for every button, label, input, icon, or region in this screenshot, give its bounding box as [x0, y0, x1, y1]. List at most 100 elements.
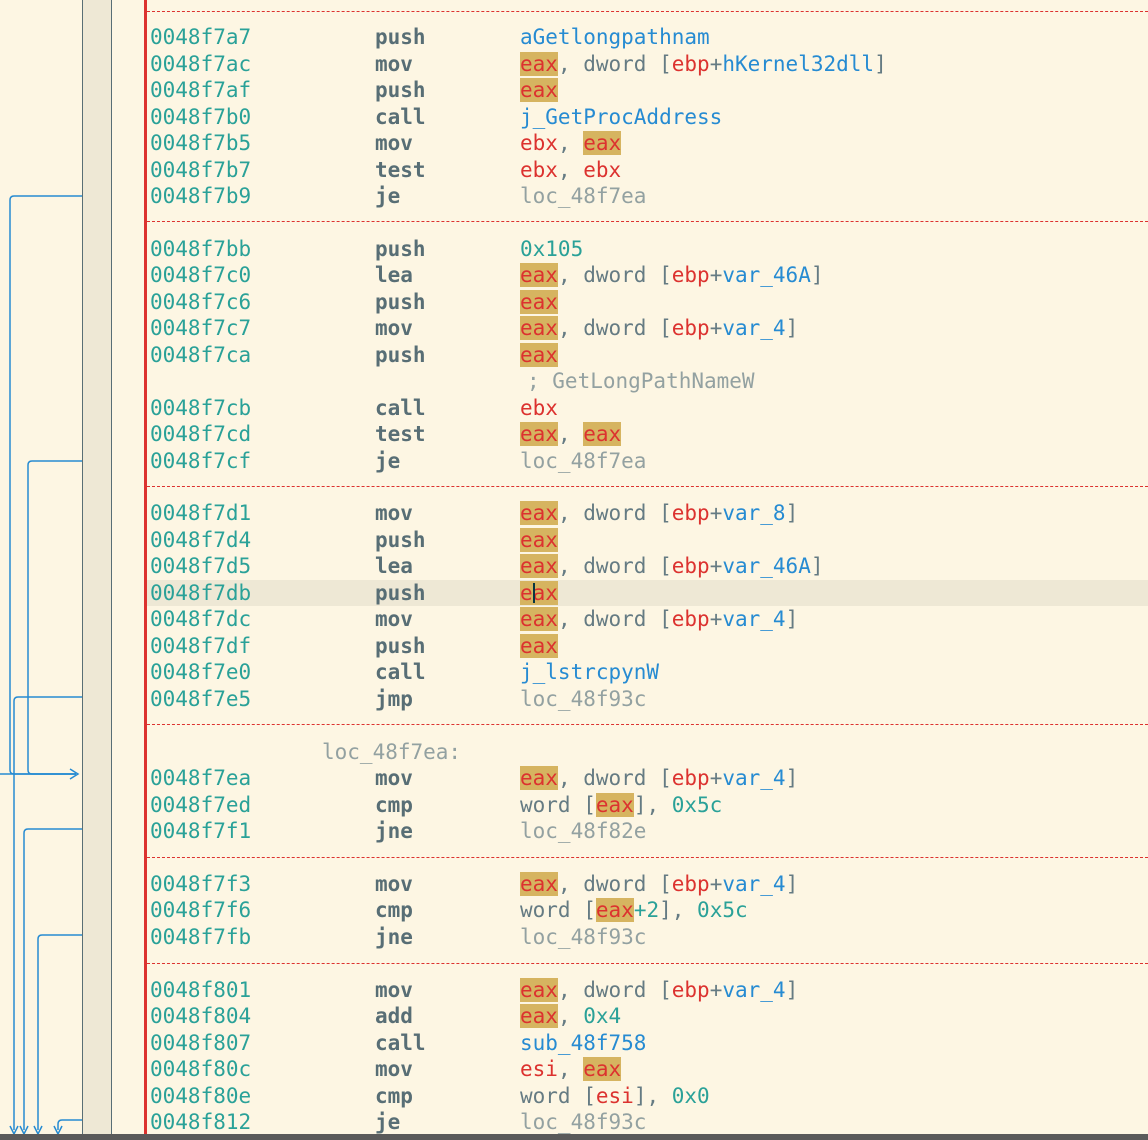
instruction-mnemonic[interactable]: cmp [375, 792, 413, 818]
instruction-address[interactable]: 0048f7bb [150, 236, 251, 262]
instruction-row[interactable]: 0048f7b0 call j_GetProcAddress [147, 104, 1148, 130]
instruction-address[interactable]: 0048f7e0 [150, 659, 251, 685]
operand-register-highlighted[interactable]: eax [583, 1057, 622, 1081]
instruction-row[interactable]: 0048f7c0 lea eax, dword [ebp+var_46A] [147, 262, 1148, 288]
instruction-row[interactable]: 0048f7bb push 0x105 [147, 236, 1148, 262]
operand-sym[interactable]: j_lstrcpynW [520, 660, 659, 684]
operand-register-highlighted[interactable]: eax [520, 422, 558, 446]
instruction-address[interactable]: 0048f7ed [150, 792, 251, 818]
instruction-mnemonic[interactable]: mov [375, 500, 413, 526]
operand-loc[interactable]: loc_48f7ea [520, 449, 646, 473]
instruction-mnemonic[interactable]: call [375, 1030, 426, 1056]
instruction-row[interactable]: 0048f7b7 test ebx, ebx [147, 157, 1148, 183]
operand-sym[interactable]: var_4 [722, 766, 785, 790]
instruction-address[interactable]: 0048f7b5 [150, 130, 251, 156]
instruction-address[interactable]: 0048f7ea [150, 765, 251, 791]
operand-reg[interactable]: esi [596, 1084, 634, 1108]
instruction-mnemonic[interactable]: add [375, 1003, 413, 1029]
instruction-mnemonic[interactable]: mov [375, 1056, 413, 1082]
instruction-operands[interactable]: loc_48f7ea [520, 448, 646, 474]
operand-reg[interactable]: ebx [520, 158, 558, 182]
instruction-operands[interactable]: eax [520, 342, 558, 368]
instruction-row[interactable]: 0048f804 add eax, 0x4 [147, 1003, 1148, 1029]
operand-reg[interactable]: ebp [672, 263, 710, 287]
instruction-mnemonic[interactable]: je [375, 1109, 400, 1135]
operand-register-highlighted[interactable]: eax [520, 766, 558, 790]
instruction-operands[interactable]: sub_48f758 [520, 1030, 646, 1056]
instruction-row[interactable]: 0048f807 call sub_48f758 [147, 1030, 1148, 1056]
instruction-mnemonic[interactable]: je [375, 183, 400, 209]
instruction-address[interactable]: 0048f7df [150, 633, 251, 659]
instruction-mnemonic[interactable]: mov [375, 871, 413, 897]
disassembly-listing[interactable]: 0048f7a7 push aGetlongpathnam 0048f7ac mov ea… [147, 0, 1148, 1134]
instruction-mnemonic[interactable]: jne [375, 924, 413, 950]
operand-register-highlighted[interactable]: eax [583, 131, 622, 155]
instruction-mnemonic[interactable]: test [375, 421, 426, 447]
instruction-address[interactable]: 0048f7d4 [150, 527, 251, 553]
instruction-row[interactable]: 0048f7b9 je loc_48f7ea [147, 183, 1148, 209]
operand-register-highlighted[interactable]: eax [520, 263, 558, 287]
instruction-operands[interactable]: ebx [520, 395, 558, 421]
instruction-row[interactable]: 0048f7a7 push aGetlongpathnam [147, 24, 1148, 50]
instruction-row[interactable]: 0048f7df push eax [147, 633, 1148, 659]
instruction-operands[interactable]: eax, dword [ebp+var_4] [520, 765, 798, 791]
instruction-mnemonic[interactable]: jmp [375, 686, 413, 712]
operand-register-highlighted[interactable]: eax [595, 793, 634, 817]
operand-register-highlighted[interactable]: eax [520, 316, 558, 340]
instruction-mnemonic[interactable]: mov [375, 765, 413, 791]
instruction-row[interactable]: 0048f7ac mov eax, dword [ebp+hKernel32dll] [147, 51, 1148, 77]
operand-reg[interactable]: esi [520, 1057, 558, 1081]
instruction-address[interactable]: 0048f7ca [150, 342, 251, 368]
instruction-row[interactable]: 0048f7d4 push eax [147, 527, 1148, 553]
instruction-address[interactable]: 0048f7dc [150, 606, 251, 632]
operand-sym[interactable]: var_4 [722, 607, 785, 631]
operand-register-highlighted[interactable]: eax [595, 898, 634, 922]
operand-sym[interactable]: var_4 [722, 316, 785, 340]
instruction-row[interactable]: 0048f7c7 mov eax, dword [ebp+var_4] [147, 315, 1148, 341]
instruction-mnemonic[interactable]: cmp [375, 1083, 413, 1109]
operand-reg[interactable]: ebp [672, 766, 710, 790]
instruction-address[interactable]: 0048f801 [150, 977, 251, 1003]
instruction-operands[interactable]: word [eax], 0x5c [520, 792, 722, 818]
instruction-row[interactable]: 0048f7af push eax [147, 77, 1148, 103]
instruction-operands[interactable]: eax, dword [ebp+var_4] [520, 871, 798, 897]
instruction-operands[interactable]: word [eax+2], 0x5c [520, 897, 748, 923]
operand-register-highlighted[interactable]: eax [520, 1004, 558, 1028]
operand-register-highlighted[interactable]: eax [520, 872, 558, 896]
instruction-address[interactable]: 0048f812 [150, 1109, 251, 1135]
instruction-operands[interactable]: loc_48f93c [520, 924, 646, 950]
instruction-operands[interactable]: eax, eax [520, 421, 622, 447]
instruction-row[interactable]: 0048f7ea mov eax, dword [ebp+var_4] [147, 765, 1148, 791]
instruction-address[interactable]: 0048f7cd [150, 421, 251, 447]
instruction-address[interactable]: 0048f7e5 [150, 686, 251, 712]
operand-reg[interactable]: ebx [520, 396, 558, 420]
instruction-operands[interactable]: eax, dword [ebp+var_46A] [520, 553, 824, 579]
instruction-mnemonic[interactable]: mov [375, 315, 413, 341]
instruction-operands[interactable]: j_GetProcAddress [520, 104, 722, 130]
instruction-operands[interactable]: eax [520, 289, 558, 315]
instruction-operands[interactable]: eax, 0x4 [520, 1003, 621, 1029]
instruction-operands[interactable]: eax, dword [ebp+var_4] [520, 315, 798, 341]
instruction-address[interactable]: 0048f7cf [150, 448, 251, 474]
instruction-row[interactable]: 0048f7d5 lea eax, dword [ebp+var_46A] [147, 553, 1148, 579]
instruction-mnemonic[interactable]: mov [375, 977, 413, 1003]
instruction-row[interactable]: 0048f7dc mov eax, dword [ebp+var_4] [147, 606, 1148, 632]
operand-sym[interactable]: var_46A [722, 554, 811, 578]
operand-register-highlighted[interactable]: eax [520, 52, 558, 76]
instruction-row[interactable]: 0048f7f1 jne loc_48f82e [147, 818, 1148, 844]
instruction-row[interactable]: 0048f7e5 jmp loc_48f93c [147, 686, 1148, 712]
instruction-address[interactable]: 0048f7b9 [150, 183, 251, 209]
instruction-address[interactable]: 0048f7fb [150, 924, 251, 950]
operand-reg[interactable]: ebx [583, 158, 621, 182]
instruction-address[interactable]: 0048f7b7 [150, 157, 251, 183]
operand-loc[interactable]: loc_48f7ea [520, 184, 646, 208]
instruction-row[interactable]: 0048f801 mov eax, dword [ebp+var_4] [147, 977, 1148, 1003]
instruction-row[interactable]: 0048f7c6 push eax [147, 289, 1148, 315]
instruction-operands[interactable]: j_lstrcpynW [520, 659, 659, 685]
instruction-address[interactable]: 0048f7f1 [150, 818, 251, 844]
operand-register-highlighted[interactable]: eax [583, 422, 622, 446]
instruction-mnemonic[interactable]: push [375, 633, 426, 659]
instruction-address[interactable]: 0048f7c6 [150, 289, 251, 315]
instruction-address[interactable]: 0048f807 [150, 1030, 251, 1056]
operand-sym[interactable]: aGetlongpathnam [520, 25, 710, 49]
